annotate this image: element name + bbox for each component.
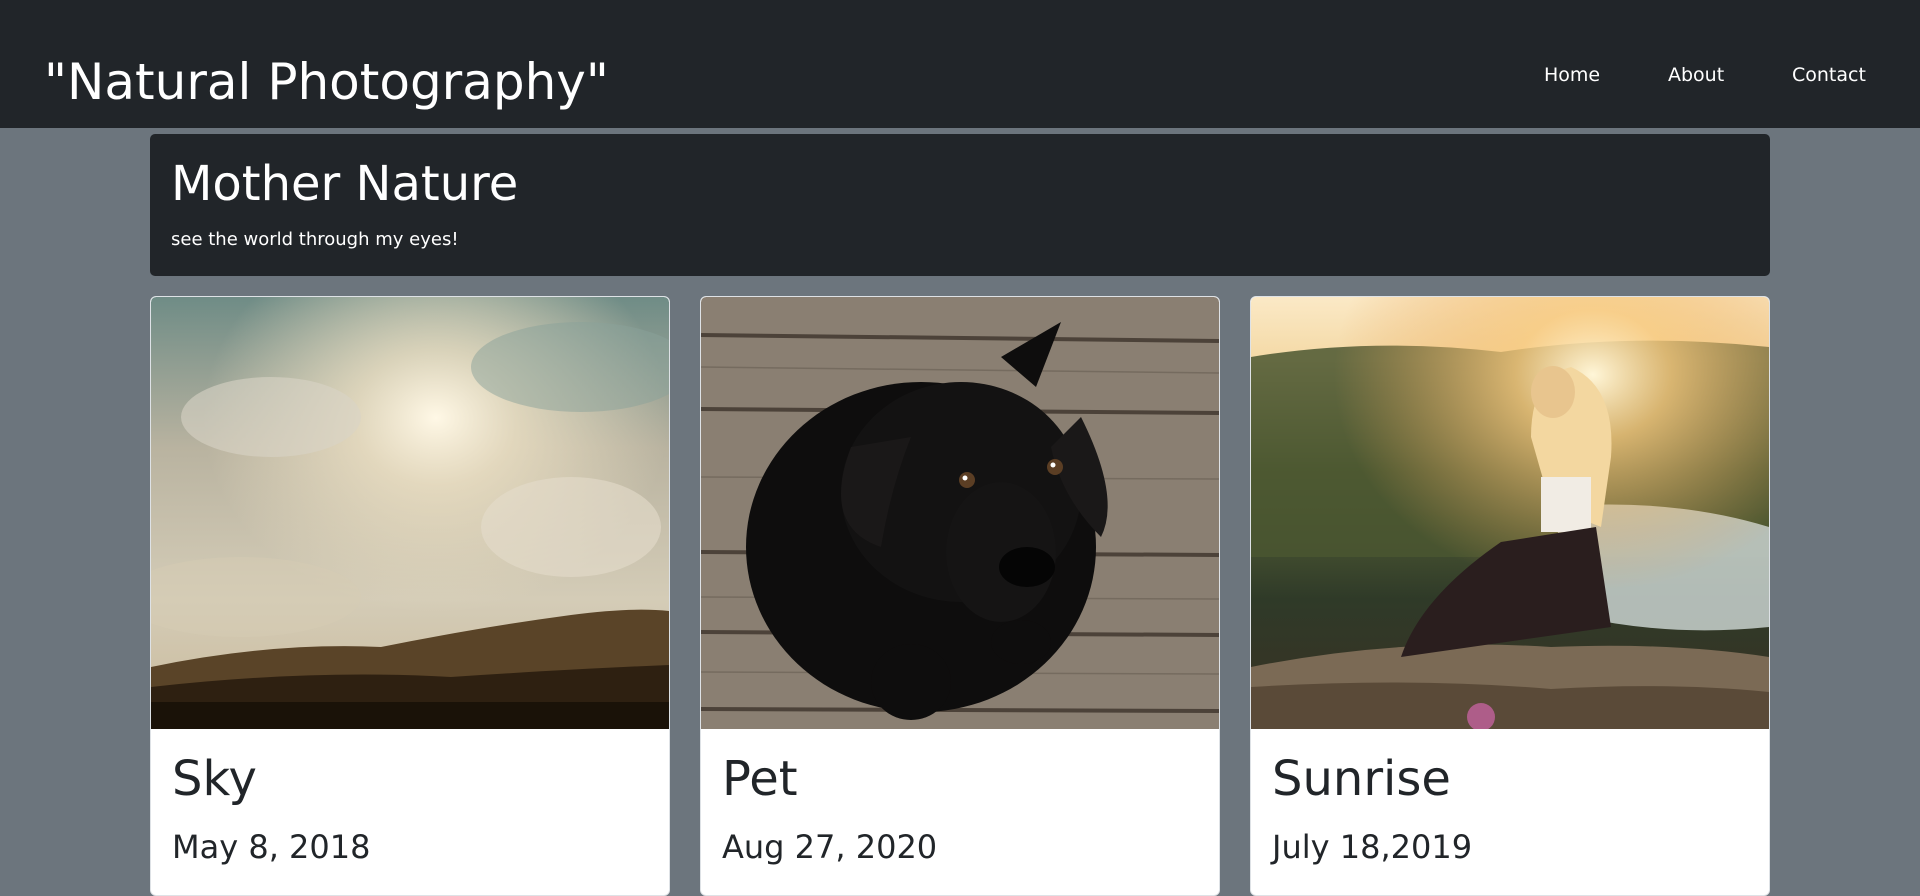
navbar: "Natural Photography" Home About Contact	[0, 0, 1920, 128]
jumbotron: Mother Nature see the world through my e…	[150, 134, 1770, 276]
jumbotron-subtitle: see the world through my eyes!	[171, 229, 459, 250]
card-date: May 8, 2018	[172, 828, 371, 866]
card-title: Pet	[722, 751, 798, 807]
nav-about-link[interactable]: About	[1668, 58, 1724, 92]
card-date: July 18,2019	[1272, 828, 1473, 866]
card-date: Aug 27, 2020	[722, 828, 938, 866]
card-sunrise: Sunrise July 18,2019	[1250, 296, 1770, 896]
card-pet: Pet Aug 27, 2020	[700, 296, 1220, 896]
card-title: Sky	[172, 751, 257, 807]
jumbotron-title: Mother Nature	[171, 156, 519, 212]
nav-contact-link[interactable]: Contact	[1792, 58, 1866, 92]
black-puppy-photo	[701, 297, 1219, 729]
woman-sunrise-photo	[1251, 297, 1769, 729]
card-title: Sunrise	[1272, 751, 1451, 807]
brand-link[interactable]: "Natural Photography"	[44, 48, 609, 116]
sky-photo	[151, 297, 669, 729]
nav-home-link[interactable]: Home	[1544, 58, 1600, 92]
card-sky: Sky May 8, 2018	[150, 296, 670, 896]
